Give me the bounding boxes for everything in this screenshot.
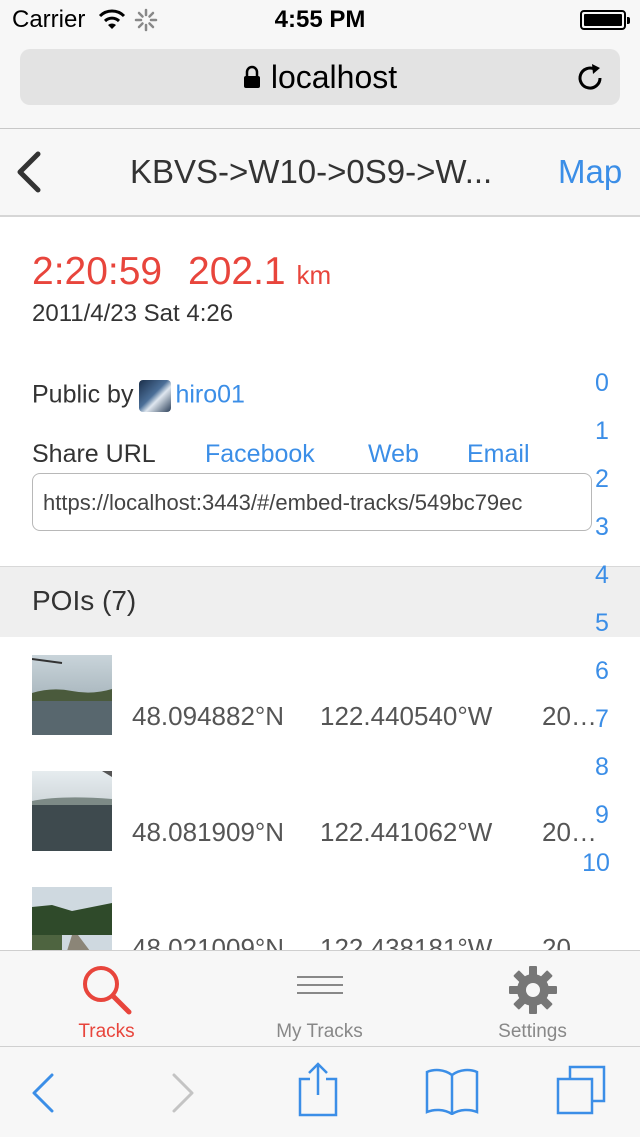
tab-label: Settings [498, 1021, 567, 1042]
share-web-link[interactable]: Web [368, 440, 419, 469]
avatar [139, 380, 172, 412]
poi-row[interactable]: 48.094882°N 122.440540°W 20… [0, 637, 640, 754]
bookmarks-icon[interactable] [424, 1067, 480, 1115]
poi-latitude: 48.094882°N [132, 701, 285, 731]
poi-latitude: 48.021009°N [132, 933, 285, 950]
battery-icon [580, 10, 630, 30]
tab-tracks[interactable]: Tracks [0, 951, 213, 1047]
browser-forward-icon[interactable] [170, 1073, 196, 1113]
address-bar: localhost [0, 40, 640, 129]
browser-back-icon[interactable] [30, 1073, 56, 1113]
map-button[interactable]: Map [558, 153, 622, 191]
pois-heading: POIs (7) [32, 585, 137, 616]
track-date: 2011/4/23 Sat 4:26 [32, 300, 234, 327]
poi-date: 20… [542, 933, 597, 950]
poi-latitude: 48.081909°N [132, 817, 285, 847]
poi-longitude: 122.438181°W [320, 933, 493, 950]
distance-value: 202.1 [188, 250, 286, 293]
poi-longitude: 122.440540°W [320, 701, 493, 731]
owner-line: Public by hiro01 [32, 380, 245, 412]
url-field[interactable]: localhost [20, 49, 620, 105]
pois-header: POIs (7) [0, 566, 640, 638]
index-link-10[interactable]: 10 [576, 849, 616, 878]
poi-row[interactable]: 48.081909°N 122.441062°W 20… [0, 753, 640, 870]
owner-prefix: Public by [32, 380, 134, 409]
index-link-1[interactable]: 1 [582, 417, 622, 446]
distance: 202.1 km [188, 250, 331, 294]
clock: 4:55 PM [274, 6, 366, 33]
nav-header: KBVS->W10->0S9->W... Map [0, 129, 640, 217]
poi-row[interactable]: 48.021009°N 122.438181°W 20… [0, 869, 640, 950]
reload-icon[interactable] [576, 63, 606, 93]
tab-settings[interactable]: Settings [426, 951, 639, 1047]
url-host-text: localhost [270, 59, 398, 95]
poi-thumbnail [32, 655, 112, 735]
index-link-3[interactable]: 3 [582, 513, 622, 542]
tab-my-tracks[interactable]: My Tracks [213, 951, 426, 1047]
track-title: KBVS->W10->0S9->W... [130, 153, 493, 190]
poi-thumbnail [32, 887, 112, 950]
share-url-field[interactable]: https://localhost:3443/#/embed-tracks/54… [32, 473, 592, 531]
owner-username[interactable]: hiro01 [175, 381, 245, 409]
index-link-2[interactable]: 2 [582, 465, 622, 494]
share-label: Share URL [32, 440, 156, 468]
index-link-0[interactable]: 0 [582, 369, 622, 398]
poi-thumbnail [32, 771, 112, 851]
index-link-4[interactable]: 4 [582, 561, 622, 590]
duration: 2:20:59 [32, 250, 163, 293]
search-icon [83, 966, 132, 1015]
tab-bar: Tracks My Tracks Settings [0, 950, 640, 1047]
lock-icon [243, 65, 260, 88]
share-icon[interactable] [296, 1061, 340, 1117]
browser-toolbar [0, 1046, 640, 1137]
back-chevron-icon[interactable] [14, 151, 44, 193]
gear-icon [509, 966, 557, 1014]
index-link-5[interactable]: 5 [582, 609, 622, 638]
share-facebook-link[interactable]: Facebook [205, 440, 315, 469]
url-host: localhost [20, 59, 620, 96]
tab-label: Tracks [78, 1021, 135, 1042]
poi-longitude: 122.441062°W [320, 817, 493, 847]
index-link-7[interactable]: 7 [582, 705, 622, 734]
share-email-link[interactable]: Email [467, 440, 530, 469]
list-icon [297, 976, 343, 994]
status-bar: Carrier 4:55 PM [0, 0, 640, 40]
distance-unit: km [296, 260, 332, 290]
index-link-9[interactable]: 9 [582, 801, 622, 830]
index-link-8[interactable]: 8 [582, 753, 622, 782]
index-link-6[interactable]: 6 [582, 657, 622, 686]
tab-label: My Tracks [276, 1021, 363, 1042]
tabs-icon[interactable] [556, 1065, 608, 1117]
